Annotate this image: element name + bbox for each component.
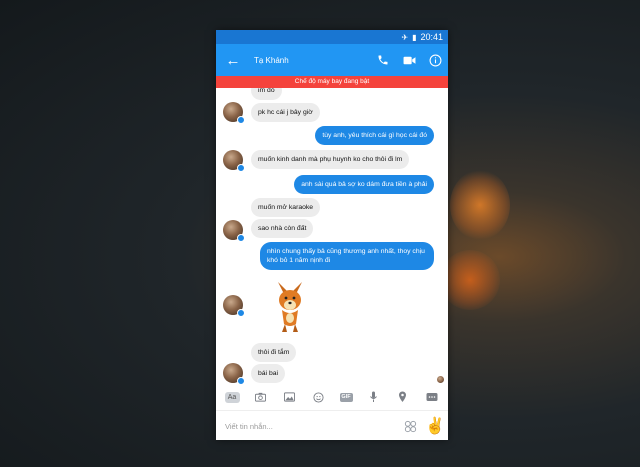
background-light: [440, 250, 500, 310]
incoming-message[interactable]: im đó: [251, 88, 282, 100]
avatar[interactable]: [223, 220, 245, 242]
outgoing-message[interactable]: nhìn chung thấy bả cũng thương anh nhất,…: [260, 242, 434, 270]
incoming-message[interactable]: sao nhà còn đất: [251, 219, 314, 238]
messenger-badge-icon: [237, 164, 245, 172]
phone-screen: ✈ ▮ 20:41 ← Tạ Khánh Chế độ máy bay đang…: [216, 30, 448, 440]
avatar[interactable]: [223, 102, 245, 124]
emoji-picker-icon[interactable]: [398, 420, 422, 433]
outgoing-message[interactable]: anh sài quá bả sợ ko dám đưa tiền à phải: [294, 175, 434, 194]
incoming-message[interactable]: muốn mở karaoke: [251, 198, 321, 217]
emoji-icon[interactable]: [311, 390, 327, 404]
message-input[interactable]: [223, 420, 398, 432]
incoming-message[interactable]: thôi đi tắm: [251, 343, 297, 362]
video-icon[interactable]: [396, 55, 422, 66]
info-icon[interactable]: [422, 54, 448, 67]
composer-toolbar: Aa GIF: [216, 386, 448, 408]
avatar[interactable]: [223, 295, 245, 317]
text-format-icon[interactable]: Aa: [224, 391, 240, 403]
messenger-badge-icon: [237, 234, 245, 242]
messenger-badge-icon: [237, 116, 245, 124]
gif-icon[interactable]: GIF: [339, 392, 353, 402]
airplane-mode-banner: Chế độ máy bay đang bật: [216, 76, 448, 88]
avatar[interactable]: [223, 363, 245, 385]
status-time: 20:41: [420, 32, 443, 42]
avatar[interactable]: [223, 150, 245, 172]
more-icon[interactable]: [424, 390, 440, 404]
contact-name[interactable]: Tạ Khánh: [254, 56, 370, 65]
app-bar: ← Tạ Khánh: [216, 44, 448, 76]
composer: ✌: [216, 410, 448, 440]
airplane-icon: ✈: [401, 32, 409, 42]
incoming-message[interactable]: bái bai: [251, 364, 286, 383]
incoming-message[interactable]: muốn kinh danh mà phụ huynh ko cho thôi …: [251, 150, 410, 169]
messenger-badge-icon: [237, 377, 245, 385]
camera-icon[interactable]: [253, 390, 269, 404]
microphone-icon[interactable]: [366, 390, 382, 404]
fox-sticker[interactable]: [272, 278, 308, 334]
incoming-message[interactable]: pk hc cái j bây giờ: [251, 103, 320, 122]
outgoing-message[interactable]: tùy anh, yêu thích cái gì học cái đó: [315, 126, 434, 145]
battery-icon: ▮: [412, 32, 417, 42]
status-bar: ✈ ▮ 20:41: [216, 30, 448, 44]
seen-avatar-icon: [437, 376, 444, 383]
phone-icon[interactable]: [370, 54, 396, 66]
location-icon[interactable]: [395, 390, 411, 404]
background-light: [450, 170, 510, 240]
back-arrow-icon[interactable]: ←: [218, 52, 248, 69]
like-hand-icon[interactable]: ✌: [422, 416, 448, 436]
messenger-badge-icon: [237, 309, 245, 317]
image-icon[interactable]: [282, 390, 298, 404]
message-list[interactable]: im đó pk hc cái j bây giờ tùy anh, yêu t…: [216, 88, 448, 415]
